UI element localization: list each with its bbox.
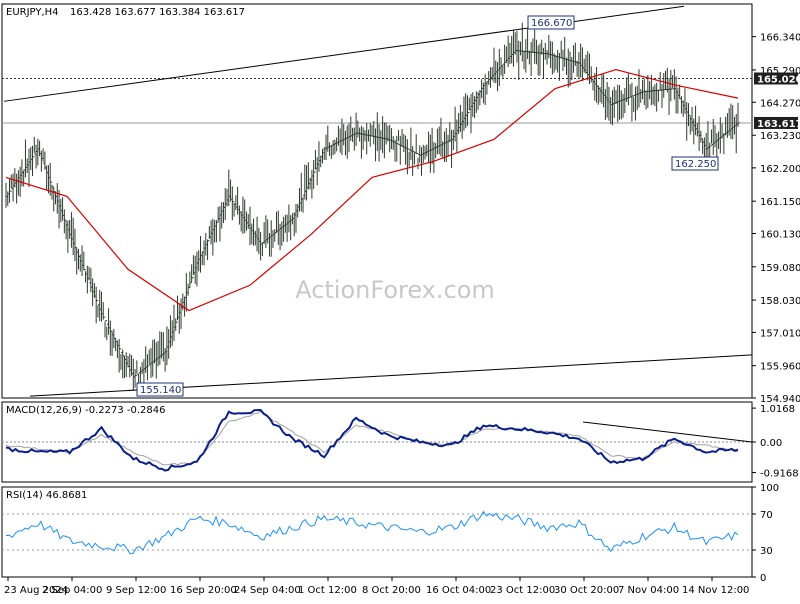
macd-main-line: [5, 409, 739, 472]
rsi-y-tick-label: 30: [760, 546, 773, 557]
x-tick-label: 9 Sep 12:00: [106, 585, 166, 596]
x-tick-label: 24 Sep 04:00: [234, 585, 301, 596]
price-plot-area: 166.670 155.140 162.250: [2, 5, 753, 397]
x-tick-label: 2 Sep 04:00: [42, 585, 102, 596]
macd-trendline: [582, 421, 753, 443]
rsi-title: RSI(14) 46.8681: [6, 490, 87, 501]
x-tick-label: 8 Oct 20:00: [362, 585, 421, 596]
x-tick-label: 16 Oct 04:00: [426, 585, 491, 596]
macd-y-tick-label: -0.9168: [760, 469, 799, 480]
macd-plot-area: [2, 409, 753, 472]
ohlc-readout: 163.428 163.677 163.384 163.617: [70, 7, 245, 18]
x-tick-label: 1 Oct 12:00: [298, 585, 357, 596]
macd-signal-line: [5, 410, 739, 466]
price-y-tick-label: 166.340: [760, 33, 800, 44]
price-level-label: 163.617: [757, 119, 800, 130]
price-y-tick-label: 159.080: [760, 263, 800, 274]
x-tick-label: 7 Nov 04:00: [618, 585, 679, 596]
moving-average-line: [5, 68, 739, 312]
x-tick-label: 23 Oct 12:00: [490, 585, 555, 596]
price-annotation-label: 162.250: [675, 159, 716, 170]
price-annotation-label: 166.670: [531, 18, 572, 29]
rsi-y-tick-label: 0: [760, 573, 766, 584]
rsi-y-tick-label: 70: [760, 510, 773, 521]
price-level-label: 165.020: [757, 74, 800, 85]
price-y-tick-label: 164.270: [760, 98, 800, 109]
axes: 23 Aug 20242 Sep 04:00 9 Sep 12:00 16 Sep …: [4, 33, 800, 596]
price-y-tick-label: 155.960: [760, 362, 800, 373]
rsi-y-tick-label: 100: [760, 483, 779, 494]
x-tick-label: 14 Nov 12:00: [682, 585, 749, 596]
price-y-tick-label: 158.030: [760, 296, 800, 307]
macd-title: MACD(12,26,9) -0.2273 -0.2846: [6, 405, 166, 416]
x-tick-label: 16 Sep 20:00: [170, 585, 237, 596]
macd-y-tick-label: 1.0168: [760, 404, 795, 415]
price-panel-frame: [1, 3, 753, 399]
macd-y-tick-label: 0.00: [760, 438, 782, 449]
rsi-panel-frame: [1, 486, 753, 578]
symbol-timeframe: EURJPY,H4: [6, 7, 59, 18]
watermark: ActionForex.com: [295, 276, 495, 304]
price-y-tick-label: 162.200: [760, 164, 800, 175]
chart-window: ActionForex.com EURJPY,H4 163.428 163.67…: [0, 0, 800, 600]
price-y-tick-label: 161.150: [760, 197, 800, 208]
price-y-tick-label: 160.130: [760, 229, 800, 240]
x-tick-label: 30 Oct 20:00: [554, 585, 619, 596]
rsi-line: [5, 510, 739, 555]
price-y-tick-label: 163.230: [760, 131, 800, 142]
price-y-tick-label: 157.010: [760, 328, 800, 339]
chart-svg: ActionForex.com EURJPY,H4 163.428 163.67…: [1, 3, 800, 596]
price-annotation-label: 155.140: [140, 385, 181, 396]
rsi-plot-area: [2, 510, 752, 555]
